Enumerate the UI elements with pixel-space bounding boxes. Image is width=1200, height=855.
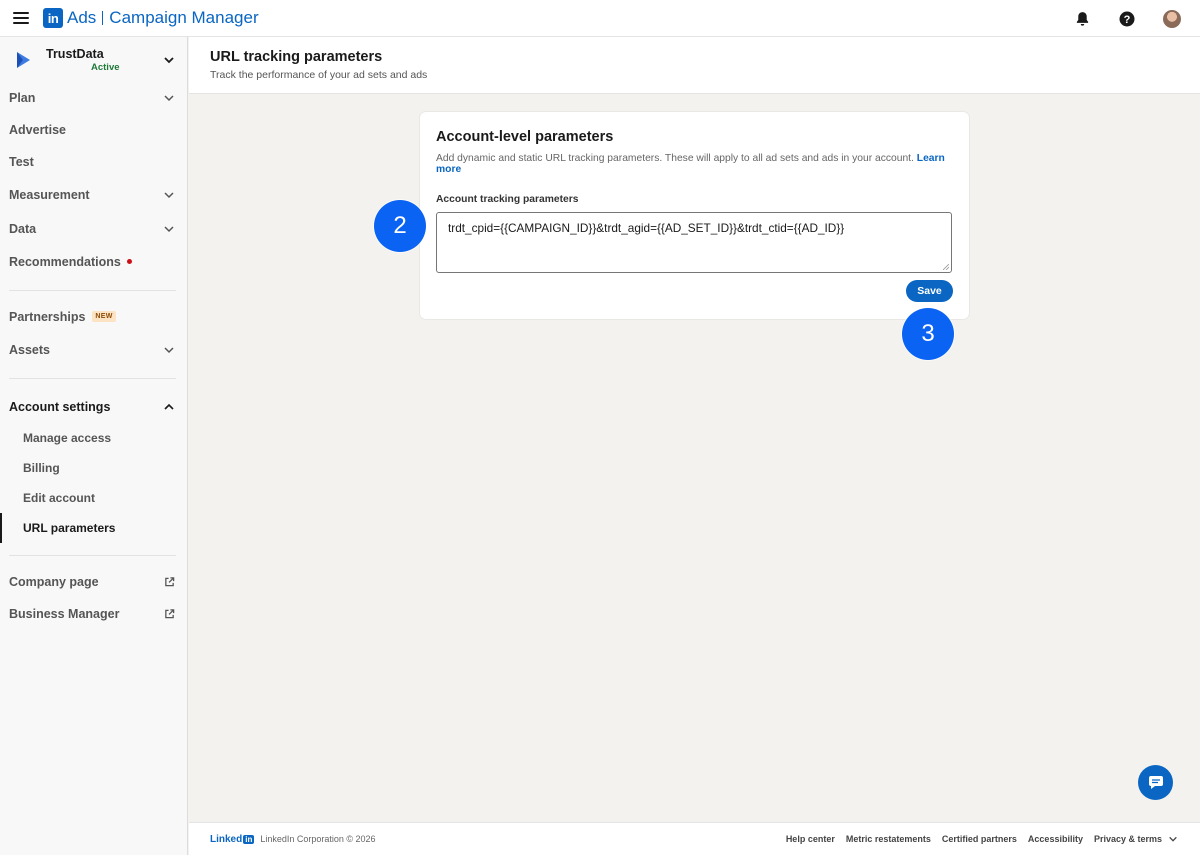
save-button[interactable]: Save (906, 280, 953, 302)
svg-text:?: ? (1124, 13, 1131, 25)
footer-link-privacy-terms-label: Privacy & terms (1093, 834, 1162, 844)
sidebar-item-company-page[interactable]: Company page (0, 566, 187, 598)
chevron-up-icon (164, 403, 174, 410)
footer-link-certified-partners[interactable]: Certified partners (942, 834, 1017, 844)
tracking-parameters-value: trdt_cpid={{CAMPAIGN_ID}}&trdt_agid={{AD… (448, 221, 845, 235)
sidebar-item-partnerships[interactable]: Partnerships NEW (0, 300, 187, 333)
external-link-icon (165, 577, 175, 587)
brand-separator (102, 11, 104, 25)
footer-logo-text: Linked (210, 833, 243, 845)
sidebar-item-label: Partnerships (9, 309, 86, 324)
sidebar-item-test[interactable]: Test (0, 146, 187, 178)
sidebar-subitem-url-parameters[interactable]: URL parameters (0, 513, 187, 543)
page-header: URL tracking parameters Track the perfor… (189, 37, 1200, 94)
chevron-down-icon (164, 346, 174, 353)
brand-product-label: Campaign Manager (109, 8, 259, 27)
sidebar-item-data[interactable]: Data (0, 212, 187, 245)
sidebar-item-measurement[interactable]: Measurement (0, 178, 187, 212)
sidebar-item-label: Company page (9, 575, 99, 589)
sidebar-subitem-label: Billing (23, 461, 60, 475)
notifications-bell-icon[interactable] (1072, 9, 1092, 29)
step-marker: 2 (374, 200, 426, 252)
sidebar-subitem-label: Edit account (23, 491, 96, 505)
resize-handle-icon[interactable] (943, 264, 949, 270)
avatar[interactable] (1162, 9, 1182, 29)
help-icon[interactable]: ? (1117, 9, 1137, 29)
chevron-down-icon (164, 57, 174, 64)
page-subtitle: Track the performance of your ad sets an… (210, 69, 428, 81)
step-marker: 3 (902, 308, 954, 360)
account-name: TrustData (46, 46, 104, 61)
sidebar-item-label: Test (9, 155, 34, 169)
brand-ads-label: Ads (67, 8, 97, 27)
sidebar-item-label: Measurement (9, 188, 90, 202)
account-parameters-card: Account-level parameters Add dynamic and… (420, 112, 969, 319)
page-title: URL tracking parameters (210, 49, 383, 65)
chevron-down-icon (164, 95, 174, 102)
footer-links: Help center Metric restatements Certifie… (786, 834, 1178, 844)
account-logo-icon (17, 51, 30, 68)
footer-linkedin-logo[interactable]: Linked in (210, 833, 255, 845)
field-label: Account tracking parameters (436, 194, 579, 205)
tracking-parameters-textarea[interactable]: trdt_cpid={{CAMPAIGN_ID}}&trdt_agid={{AD… (436, 212, 952, 273)
brand-logo[interactable]: in Ads Campaign Manager (43, 8, 259, 28)
account-switcher[interactable]: TrustData Active (0, 37, 187, 82)
card-title: Account-level parameters (436, 129, 614, 145)
footer-link-help-center[interactable]: Help center (786, 834, 835, 844)
card-description-text: Add dynamic and static URL tracking para… (436, 153, 914, 164)
chevron-down-icon (164, 225, 174, 232)
sidebar-item-label: Recommendations (9, 254, 121, 269)
sidebar-item-account-settings[interactable]: Account settings (0, 391, 187, 423)
chat-icon (1148, 775, 1163, 789)
sidebar-subitem-edit-account[interactable]: Edit account (0, 483, 187, 513)
account-status-badge: Active (91, 61, 120, 73)
sidebar-item-plan[interactable]: Plan (0, 82, 187, 114)
sidebar-item-advertise[interactable]: Advertise (0, 114, 187, 146)
card-description: Add dynamic and static URL tracking para… (436, 153, 953, 175)
footer-copyright: LinkedIn Corporation © 2026 (260, 834, 376, 844)
footer-link-metric-restatements[interactable]: Metric restatements (846, 834, 931, 844)
sidebar-item-label: Account settings (9, 400, 111, 414)
sidebar-item-label: Advertise (9, 123, 66, 137)
chat-help-button[interactable] (1138, 765, 1173, 800)
sidebar-item-recommendations[interactable]: Recommendations (0, 245, 187, 278)
notification-dot (126, 259, 132, 264)
footer-logo-in: in (243, 834, 255, 844)
sidebar-item-assets[interactable]: Assets (0, 333, 187, 366)
menu-icon[interactable] (13, 12, 29, 24)
top-bar: in Ads Campaign Manager ? (0, 0, 1200, 37)
sidebar-item-label: Business Manager (9, 606, 120, 621)
sidebar-subitem-label: URL parameters (23, 521, 116, 535)
sidebar-item-business-manager[interactable]: Business Manager (0, 598, 187, 629)
external-link-icon (165, 608, 175, 618)
sidebar-item-label: Plan (9, 91, 36, 105)
sidebar-subitem-billing[interactable]: Billing (0, 453, 187, 483)
linkedin-logo-icon: in (43, 8, 63, 28)
footer: Linked in LinkedIn Corporation © 2026 He… (189, 822, 1200, 855)
sidebar-subitem-manage-access[interactable]: Manage access (0, 423, 187, 453)
sidebar-item-label: Data (9, 221, 37, 236)
sidebar-subitem-label: Manage access (23, 431, 112, 445)
sidebar: TrustData Active Plan Advertise Test Mea… (0, 37, 188, 855)
footer-link-privacy-terms[interactable]: Privacy & terms (1094, 834, 1178, 844)
chevron-down-icon (1169, 836, 1177, 842)
chevron-down-icon (164, 192, 174, 199)
new-badge: NEW (92, 311, 116, 322)
sidebar-item-label: Assets (9, 342, 50, 357)
footer-link-accessibility[interactable]: Accessibility (1028, 834, 1083, 844)
